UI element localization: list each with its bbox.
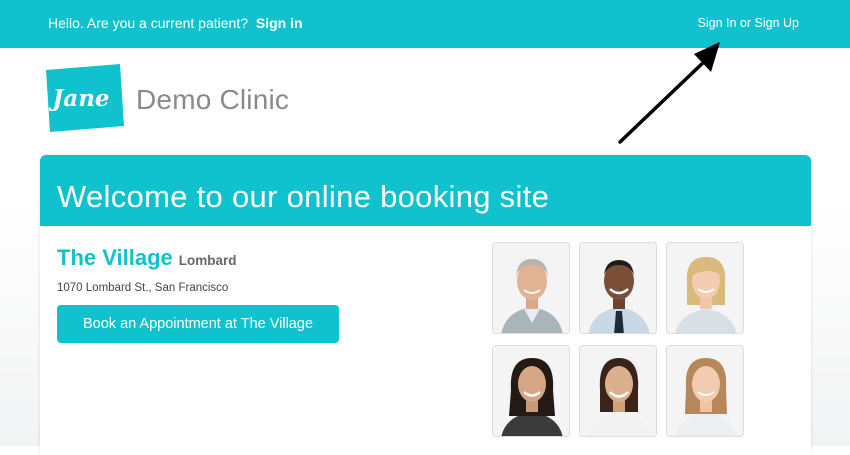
logo-text: Jane (48, 85, 109, 112)
welcome-title: Welcome to our online booking site (57, 179, 550, 214)
practitioner-photo-icon (493, 346, 569, 436)
location-heading: The Village Lombard (57, 244, 237, 272)
practitioner-photo-icon (580, 243, 656, 333)
location-name[interactable]: The Village (57, 245, 173, 270)
patient-greeting: Hello. Are you a current patient? Sign i… (48, 15, 303, 31)
staff-photo-grid (492, 242, 752, 442)
greeting-text: Hello. Are you a current patient? (48, 15, 249, 31)
welcome-banner: Welcome to our online booking site (40, 155, 811, 226)
staff-photo[interactable] (666, 345, 744, 437)
jane-logo-icon[interactable]: Jane (40, 64, 124, 132)
staff-photo[interactable] (492, 242, 570, 334)
arrow-annotation-icon (618, 42, 720, 144)
location-address: 1070 Lombard St., San Francisco (57, 282, 229, 294)
practitioner-photo-icon (580, 346, 656, 436)
staff-photo[interactable] (579, 345, 657, 437)
staff-photo[interactable] (666, 242, 744, 334)
book-appointment-button[interactable]: Book an Appointment at The Village (57, 305, 339, 343)
location-area: Lombard (178, 253, 237, 268)
clinic-name: Demo Clinic (136, 84, 290, 115)
staff-photo[interactable] (579, 242, 657, 334)
sign-in-or-sign-up-link[interactable]: Sign In or Sign Up (698, 16, 799, 30)
practitioner-photo-icon (493, 243, 569, 333)
booking-card: Welcome to our online booking site The V… (40, 155, 811, 455)
practitioner-photo-icon (667, 243, 743, 333)
sign-in-link[interactable]: Sign in (256, 15, 303, 31)
practitioner-photo-icon (667, 346, 743, 436)
staff-photo[interactable] (492, 345, 570, 437)
